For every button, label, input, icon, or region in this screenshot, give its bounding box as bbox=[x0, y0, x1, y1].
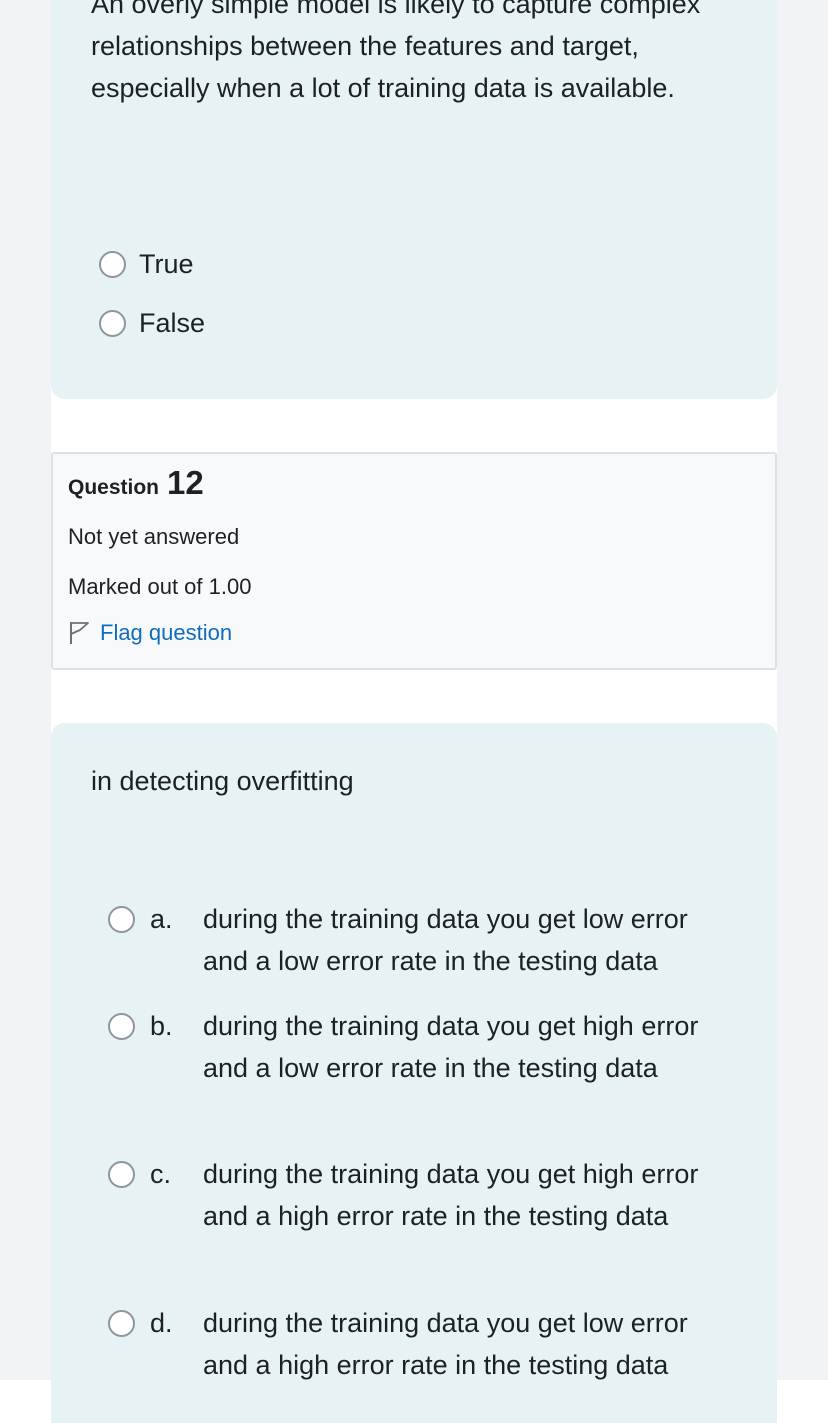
option-c-letter: c. bbox=[150, 1159, 172, 1189]
question-title: Question 12 bbox=[68, 464, 204, 502]
page-gutter-left bbox=[0, 0, 51, 1380]
option-c-text[interactable]: during the training data you get high er… bbox=[203, 1153, 737, 1237]
option-b-letter: b. bbox=[150, 1011, 173, 1041]
question-status: Not yet answered bbox=[68, 524, 240, 549]
previous-question-content: An overly simple model is likely to capt… bbox=[51, 0, 777, 399]
radio-b[interactable] bbox=[108, 1013, 135, 1040]
radio-a[interactable] bbox=[108, 906, 135, 933]
flag-question-label[interactable]: Flag question bbox=[100, 620, 232, 646]
flag-icon[interactable] bbox=[68, 620, 92, 646]
option-d-letter: d. bbox=[150, 1308, 173, 1338]
current-question-text: in detecting overfitting bbox=[91, 766, 354, 796]
option-b-text[interactable]: during the training data you get high er… bbox=[203, 1005, 737, 1089]
previous-question-text: An overly simple model is likely to capt… bbox=[91, 0, 701, 103]
radio-false[interactable] bbox=[99, 309, 126, 337]
option-true[interactable]: True bbox=[99, 246, 194, 282]
radio-c[interactable] bbox=[108, 1161, 135, 1188]
option-a-letter: a. bbox=[150, 904, 173, 934]
question-number: 12 bbox=[167, 464, 204, 501]
question-info-box: Question 12 Not yet answered Marked out … bbox=[51, 452, 777, 670]
option-d-text[interactable]: during the training data you get low err… bbox=[203, 1302, 737, 1386]
option-false[interactable]: False bbox=[99, 305, 205, 341]
flag-question-link[interactable]: Flag question bbox=[68, 620, 232, 646]
option-true-label[interactable]: True bbox=[139, 249, 194, 280]
radio-d[interactable] bbox=[108, 1310, 135, 1337]
option-false-label[interactable]: False bbox=[139, 308, 205, 339]
radio-true[interactable] bbox=[99, 250, 126, 278]
current-question-content: in detecting overfitting a. during the t… bbox=[51, 723, 777, 1423]
page-gutter-right bbox=[777, 0, 828, 1380]
question-marks: Marked out of 1.00 bbox=[68, 574, 252, 599]
option-a-text[interactable]: during the training data you get low err… bbox=[203, 898, 737, 982]
question-title-word: Question bbox=[68, 476, 160, 499]
